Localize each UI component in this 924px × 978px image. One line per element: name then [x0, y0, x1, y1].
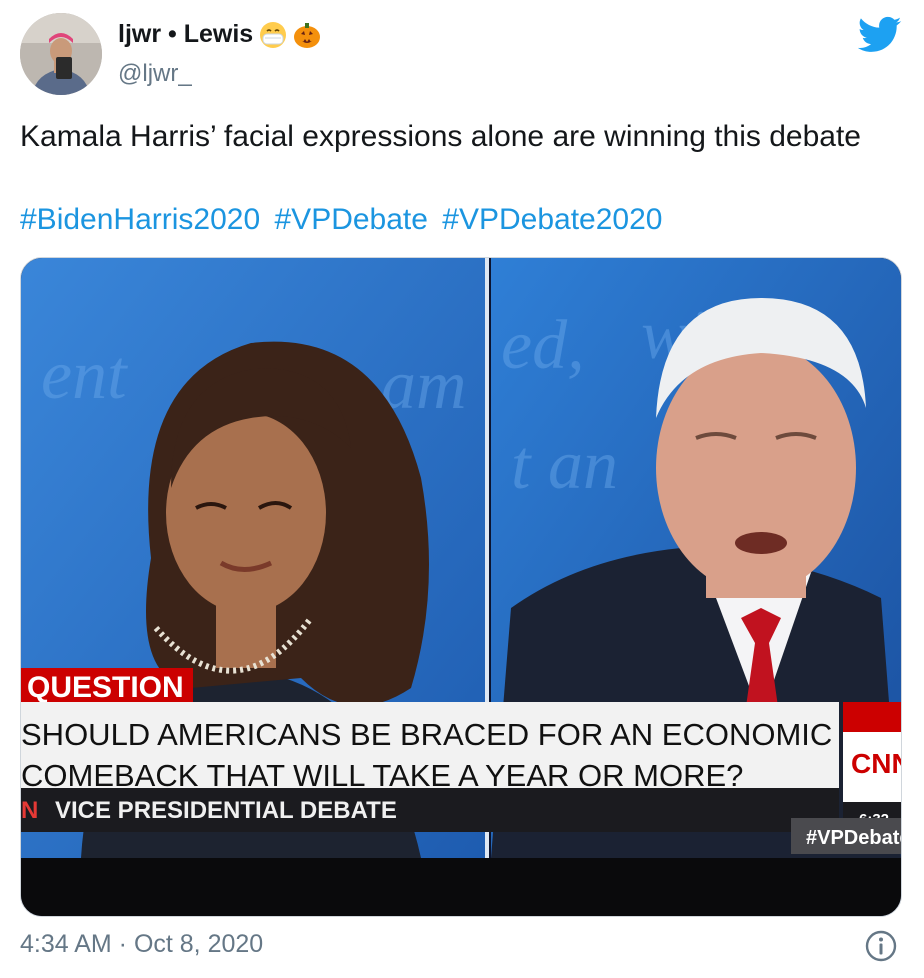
- hashtag-link[interactable]: #BidenHarris2020: [20, 203, 260, 236]
- program-title: VICE PRESIDENTIAL DEBATE: [55, 797, 397, 824]
- hashtag-list: #BidenHarris2020 #VPDebate #VPDebate2020: [20, 199, 668, 241]
- network-logo: CNN: [851, 748, 901, 779]
- author-display-name: ljwr • Lewis: [118, 20, 254, 48]
- tweet-timestamp[interactable]: 4:34 AM · Oct 8, 2020: [20, 930, 263, 959]
- tweet-text: Kamala Harris’ facial expressions alone …: [20, 120, 861, 153]
- svg-text:N: N: [21, 797, 38, 824]
- hashtag-link[interactable]: #VPDebate2020: [442, 203, 662, 236]
- hashtag-bug: #VPDebate: [806, 827, 901, 849]
- question-label: QUESTION: [27, 671, 184, 704]
- author-handle[interactable]: @ljwr_: [118, 60, 192, 88]
- jack-o-lantern-emoji-icon: [293, 21, 321, 49]
- twitter-bird-icon[interactable]: [857, 16, 902, 54]
- avatar-image: [20, 13, 102, 95]
- question-line-1: SHOULD AMERICANS BE BRACED FOR AN ECONOM…: [21, 717, 832, 752]
- question-line-2: COMEBACK THAT WILL TAKE A YEAR OR MORE?: [21, 758, 743, 793]
- tweet-photo[interactable]: ent am ed, t an wi QUESTION SHOULD AMERI…: [20, 257, 902, 917]
- info-icon[interactable]: [864, 929, 898, 963]
- mask-face-emoji-icon: [259, 21, 287, 49]
- author-name[interactable]: ljwr • Lewis: [118, 20, 321, 49]
- svg-text:ed,: ed,: [501, 307, 585, 384]
- hashtag-link[interactable]: #VPDebate: [275, 203, 428, 236]
- avatar[interactable]: [20, 13, 102, 95]
- svg-text:t an: t an: [511, 427, 618, 504]
- svg-text:ent: ent: [41, 337, 128, 414]
- debate-tv-photo: ent am ed, t an wi QUESTION SHOULD AMERI…: [21, 258, 901, 916]
